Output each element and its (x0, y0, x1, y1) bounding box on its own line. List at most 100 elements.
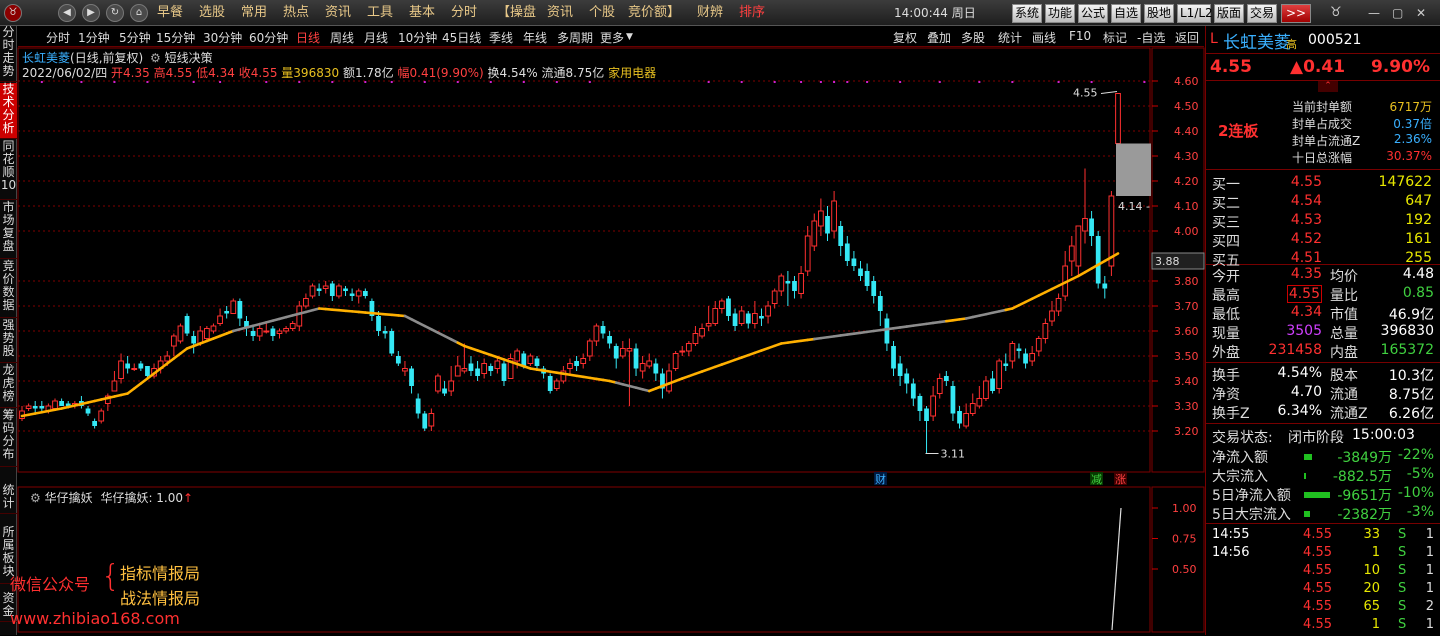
candle-body-down (547, 376, 553, 391)
candle-body-up (831, 200, 837, 232)
candle-body-up (672, 353, 679, 369)
candle-body-down (224, 311, 230, 314)
y-tick-label: 3.20 (1174, 425, 1199, 438)
quote-value: 4.35 (1290, 266, 1322, 282)
seal-label: 封单占流通Z (1292, 134, 1361, 148)
candle-body-down (877, 296, 883, 311)
indicator-tick: 0.50 (1172, 563, 1197, 576)
reduce-marker: 减 (1091, 473, 1102, 486)
signal-dot (833, 81, 836, 83)
signal-dot (219, 81, 222, 83)
quote-label: 内盘 (1330, 345, 1358, 361)
signal-dot (456, 81, 459, 83)
bid-volume: 647 (1405, 193, 1432, 209)
signal-dot (800, 81, 803, 83)
signal-dot (489, 81, 492, 83)
watermark-line1: 指标情报局 (120, 564, 201, 583)
collapse-icon[interactable]: ⌃ (1318, 81, 1338, 92)
stat-label: 净资 (1212, 387, 1240, 403)
candle-body-up (976, 398, 983, 407)
rise-marker: 涨 (1115, 473, 1126, 486)
tick-count: 2 (1425, 599, 1434, 614)
signal-dot (1090, 81, 1093, 83)
quote-label: 市值 (1330, 307, 1358, 323)
seal-value: 0.37倍 (1393, 117, 1432, 131)
stat-label: 股本 (1330, 368, 1358, 384)
quote-panel: L 长虹美菱 高 000521 4.55 ▲0.41 9.90% ⌃ 2连板 交… (1205, 26, 1440, 635)
seal-label: 当前封单额 (1292, 100, 1353, 114)
candle-body-down (138, 363, 144, 369)
bid-row: 买二 4.54 647 (1212, 193, 1434, 212)
seal-value: 2.36% (1393, 132, 1432, 146)
candle-body-down (858, 268, 863, 276)
candle-body-up (818, 210, 824, 227)
candle-body-down (1089, 218, 1094, 236)
y-tick-label: 4.40 (1174, 125, 1199, 138)
candle-body-down (607, 336, 612, 344)
indicator-settings-icon[interactable]: ⚙ (30, 491, 41, 505)
quote-label: 最低 (1212, 307, 1240, 323)
flow-value: -2382万 (1337, 507, 1392, 523)
candle-body-down (600, 326, 606, 334)
indicator-header: ⚙ 华仔擒妖 华仔擒妖: 1.00↑ (30, 489, 193, 506)
candle-body-up (1068, 245, 1075, 262)
indicator-title[interactable]: 华仔擒妖 (45, 491, 93, 505)
tick-row: 4.55 65 S 2 (1212, 599, 1434, 618)
candle-body-down (442, 388, 447, 394)
candle-body-up (712, 308, 719, 324)
trade-status: 交易状态: 闭市阶段 15:00:03 (1212, 427, 1434, 446)
tick-side: S (1398, 617, 1407, 632)
flow-label: 5日大宗流入 (1212, 507, 1291, 523)
candle-body-up (930, 395, 937, 417)
candle-body-down (316, 288, 322, 291)
candle-body-up (98, 410, 105, 422)
stat-label: 换手 (1212, 368, 1240, 384)
candle-body-down (792, 281, 797, 291)
tick-side: S (1398, 527, 1407, 542)
candle-body-up (164, 355, 171, 362)
tick-time: 14:55 (1212, 527, 1250, 542)
candle-body-up (217, 315, 223, 324)
candle-body-up (336, 285, 342, 297)
candle-body-down (924, 408, 929, 421)
candle-body-up (738, 310, 745, 324)
tick-price: 4.55 (1303, 527, 1332, 542)
candle-body-down (521, 353, 527, 366)
trade-status-label: 交易状态: (1212, 430, 1273, 446)
candle-body-up (936, 378, 943, 394)
candle-body-up (685, 343, 692, 352)
candle-body-up (983, 380, 989, 399)
stock-sub: 高 (1286, 38, 1297, 51)
level-flag: L (1210, 31, 1218, 47)
candle-body-down (389, 331, 395, 354)
bid-volume: 255 (1405, 250, 1432, 266)
candle-body-up (1075, 225, 1082, 267)
signal-dot (390, 81, 393, 83)
candle-body-up (170, 335, 177, 347)
flow-label: 净流入额 (1212, 450, 1268, 466)
candle-body-down (32, 406, 38, 409)
candle-body-down (891, 346, 896, 369)
y-tick-label: 4.50 (1174, 100, 1199, 113)
y-tick-label: 4.10 (1174, 200, 1199, 213)
tick-price: 4.55 (1303, 545, 1332, 560)
seal-value: 6717万 (1389, 100, 1432, 114)
tick-volume: 10 (1363, 563, 1380, 578)
quote-value: 4.34 (1290, 304, 1322, 320)
indicator-tick: 1.00 (1172, 502, 1197, 515)
signal-dot (866, 81, 869, 83)
candle-body-down (237, 301, 243, 319)
candle-body-down (838, 226, 844, 246)
tick-count: 1 (1425, 617, 1434, 632)
watermark-line2: 战法情报局 (120, 589, 201, 608)
candle-body-up (996, 360, 1003, 389)
bid-volume: 192 (1405, 212, 1432, 228)
y-tick-label: 4.30 (1174, 150, 1199, 163)
price-pct: 9.90% (1371, 57, 1430, 77)
tick-count: 1 (1425, 581, 1434, 596)
range-box (1116, 143, 1151, 196)
y-tick-label: 4.60 (1174, 75, 1199, 88)
candle-body-up (751, 313, 758, 324)
signal-dot (707, 81, 710, 83)
stock-title[interactable]: 长虹美菱 (1223, 28, 1291, 53)
